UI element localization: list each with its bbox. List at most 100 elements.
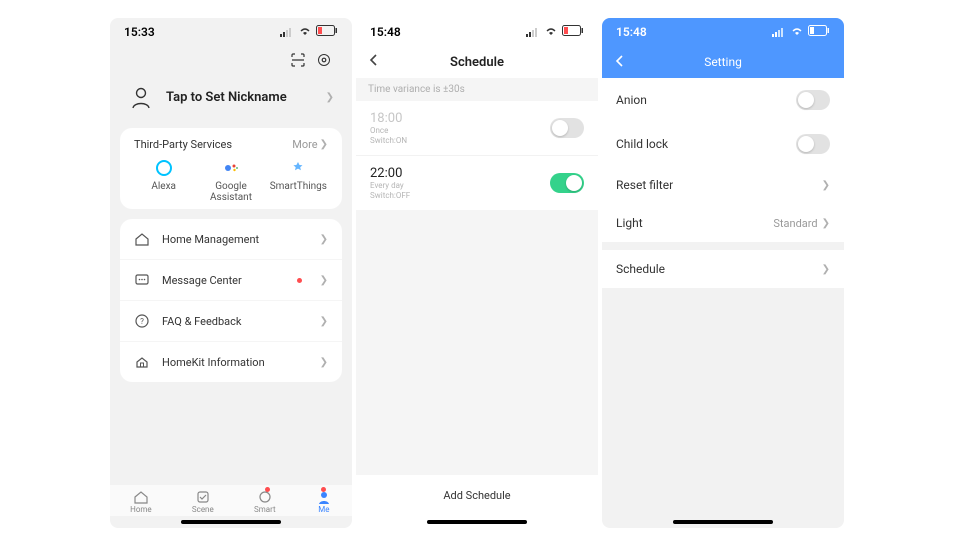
tab-label: Scene xyxy=(192,505,214,514)
menu-message-center[interactable]: Message Center ❯ xyxy=(120,260,342,301)
setting-anion[interactable]: Anion xyxy=(602,78,844,122)
schedule-toggle[interactable] xyxy=(550,118,584,138)
setting-label: Child lock xyxy=(616,137,796,151)
schedule-row[interactable]: 18:00 Once Switch:ON xyxy=(356,101,598,156)
nav-bar: Schedule xyxy=(356,46,598,78)
schedule-action: Switch:OFF xyxy=(370,191,550,201)
scan-icon[interactable] xyxy=(290,52,306,68)
tp-label: Google Assistant xyxy=(197,181,264,203)
settings-group-2: Schedule ❯ xyxy=(602,250,844,288)
schedule-time: 18:00 xyxy=(370,111,550,126)
schedule-empty-area xyxy=(356,210,598,475)
wifi-icon xyxy=(544,25,558,39)
settings-gear-icon[interactable] xyxy=(316,52,332,68)
notification-dot xyxy=(265,487,270,492)
signal-icon xyxy=(280,27,294,37)
chevron-right-icon: ❯ xyxy=(320,234,328,245)
back-button[interactable] xyxy=(368,53,378,71)
setting-schedule[interactable]: Schedule ❯ xyxy=(602,250,844,288)
schedule-repeat: Once xyxy=(370,126,550,136)
tab-label: Smart xyxy=(254,505,276,514)
schedule-info: 22:00 Every day Switch:OFF xyxy=(370,166,550,200)
schedule-time: 22:00 xyxy=(370,166,550,181)
status-bar: 15:33 xyxy=(110,18,352,46)
page-title: Schedule xyxy=(450,55,504,70)
chevron-right-icon: ❯ xyxy=(326,92,334,103)
anion-toggle[interactable] xyxy=(796,90,830,110)
status-right xyxy=(526,25,584,39)
tp-alexa[interactable]: Alexa xyxy=(130,159,197,203)
chevron-right-icon: ❯ xyxy=(320,357,328,368)
tab-smart[interactable]: Smart xyxy=(254,489,276,514)
menu-home-management[interactable]: Home Management ❯ xyxy=(120,219,342,260)
chevron-right-icon: ❯ xyxy=(320,275,328,286)
home-indicator xyxy=(427,520,527,524)
back-button[interactable] xyxy=(614,54,624,71)
homekit-icon xyxy=(134,354,150,370)
child-lock-toggle[interactable] xyxy=(796,134,830,154)
battery-icon xyxy=(316,25,338,39)
setting-label: Anion xyxy=(616,93,796,107)
status-bar: 15:48 xyxy=(602,18,844,46)
third-party-header: Third-Party Services More ❯ xyxy=(130,138,332,159)
battery-icon xyxy=(808,25,830,39)
battery-icon xyxy=(562,25,584,39)
menu-card: Home Management ❯ Message Center ❯ ? FAQ… xyxy=(120,219,342,382)
third-party-grid: Alexa Google Assistant SmartThings xyxy=(130,159,332,203)
message-icon xyxy=(134,272,150,288)
tp-smartthings[interactable]: SmartThings xyxy=(265,159,332,203)
status-time: 15:48 xyxy=(616,25,647,39)
svg-text:?: ? xyxy=(140,317,144,326)
tab-label: Home xyxy=(130,505,152,514)
phone-me-screen: 15:33 Tap to Set Nickname ❯ Th xyxy=(110,18,352,528)
schedule-action: Switch:ON xyxy=(370,136,550,146)
tp-label: SmartThings xyxy=(265,181,332,192)
signal-icon xyxy=(526,27,540,37)
tp-label: Alexa xyxy=(130,181,197,192)
profile-row[interactable]: Tap to Set Nickname ❯ xyxy=(110,72,352,128)
setting-child-lock[interactable]: Child lock xyxy=(602,122,844,166)
setting-reset-filter[interactable]: Reset filter ❯ xyxy=(602,166,844,204)
header-icons xyxy=(110,46,352,72)
settings-group-1: Anion Child lock Reset filter ❯ Light St… xyxy=(602,78,844,242)
menu-homekit[interactable]: HomeKit Information ❯ xyxy=(120,342,342,382)
tab-home[interactable]: Home xyxy=(130,489,152,514)
setting-light[interactable]: Light Standard ❯ xyxy=(602,204,844,242)
chevron-right-icon: ❯ xyxy=(822,218,830,229)
home-indicator xyxy=(181,520,281,524)
phone-schedule-screen: 15:48 Schedule Time variance is ±30s 18:… xyxy=(356,18,598,528)
notification-dot xyxy=(297,278,302,283)
status-right xyxy=(280,25,338,39)
third-party-more[interactable]: More ❯ xyxy=(292,138,328,151)
alexa-icon xyxy=(155,159,173,177)
google-assistant-icon xyxy=(222,159,240,177)
smartthings-icon xyxy=(289,159,307,177)
schedule-row[interactable]: 22:00 Every day Switch:OFF xyxy=(356,156,598,210)
setting-label: Light xyxy=(616,216,773,230)
chevron-right-icon: ❯ xyxy=(320,316,328,327)
menu-faq[interactable]: ? FAQ & Feedback ❯ xyxy=(120,301,342,342)
tp-google[interactable]: Google Assistant xyxy=(197,159,264,203)
home-icon xyxy=(134,231,150,247)
menu-label: Home Management xyxy=(162,233,308,246)
setting-label: Schedule xyxy=(616,262,822,276)
setting-value: Standard xyxy=(773,217,817,230)
signal-icon xyxy=(772,27,786,37)
menu-label: HomeKit Information xyxy=(162,356,308,369)
tab-me[interactable]: Me xyxy=(316,489,332,514)
schedule-info: 18:00 Once Switch:ON xyxy=(370,111,550,145)
help-icon: ? xyxy=(134,313,150,329)
settings-body: Anion Child lock Reset filter ❯ Light St… xyxy=(602,78,844,520)
schedule-repeat: Every day xyxy=(370,181,550,191)
scene-tab-icon xyxy=(195,489,211,505)
setting-label: Reset filter xyxy=(616,178,822,192)
tab-scene[interactable]: Scene xyxy=(192,489,214,514)
third-party-title: Third-Party Services xyxy=(134,138,232,151)
third-party-card: Third-Party Services More ❯ Alexa Google… xyxy=(120,128,342,209)
home-indicator xyxy=(673,520,773,524)
schedule-toggle[interactable] xyxy=(550,173,584,193)
menu-label: Message Center xyxy=(162,274,285,287)
add-schedule-button[interactable]: Add Schedule xyxy=(356,475,598,516)
wifi-icon xyxy=(790,25,804,39)
status-right xyxy=(772,25,830,39)
